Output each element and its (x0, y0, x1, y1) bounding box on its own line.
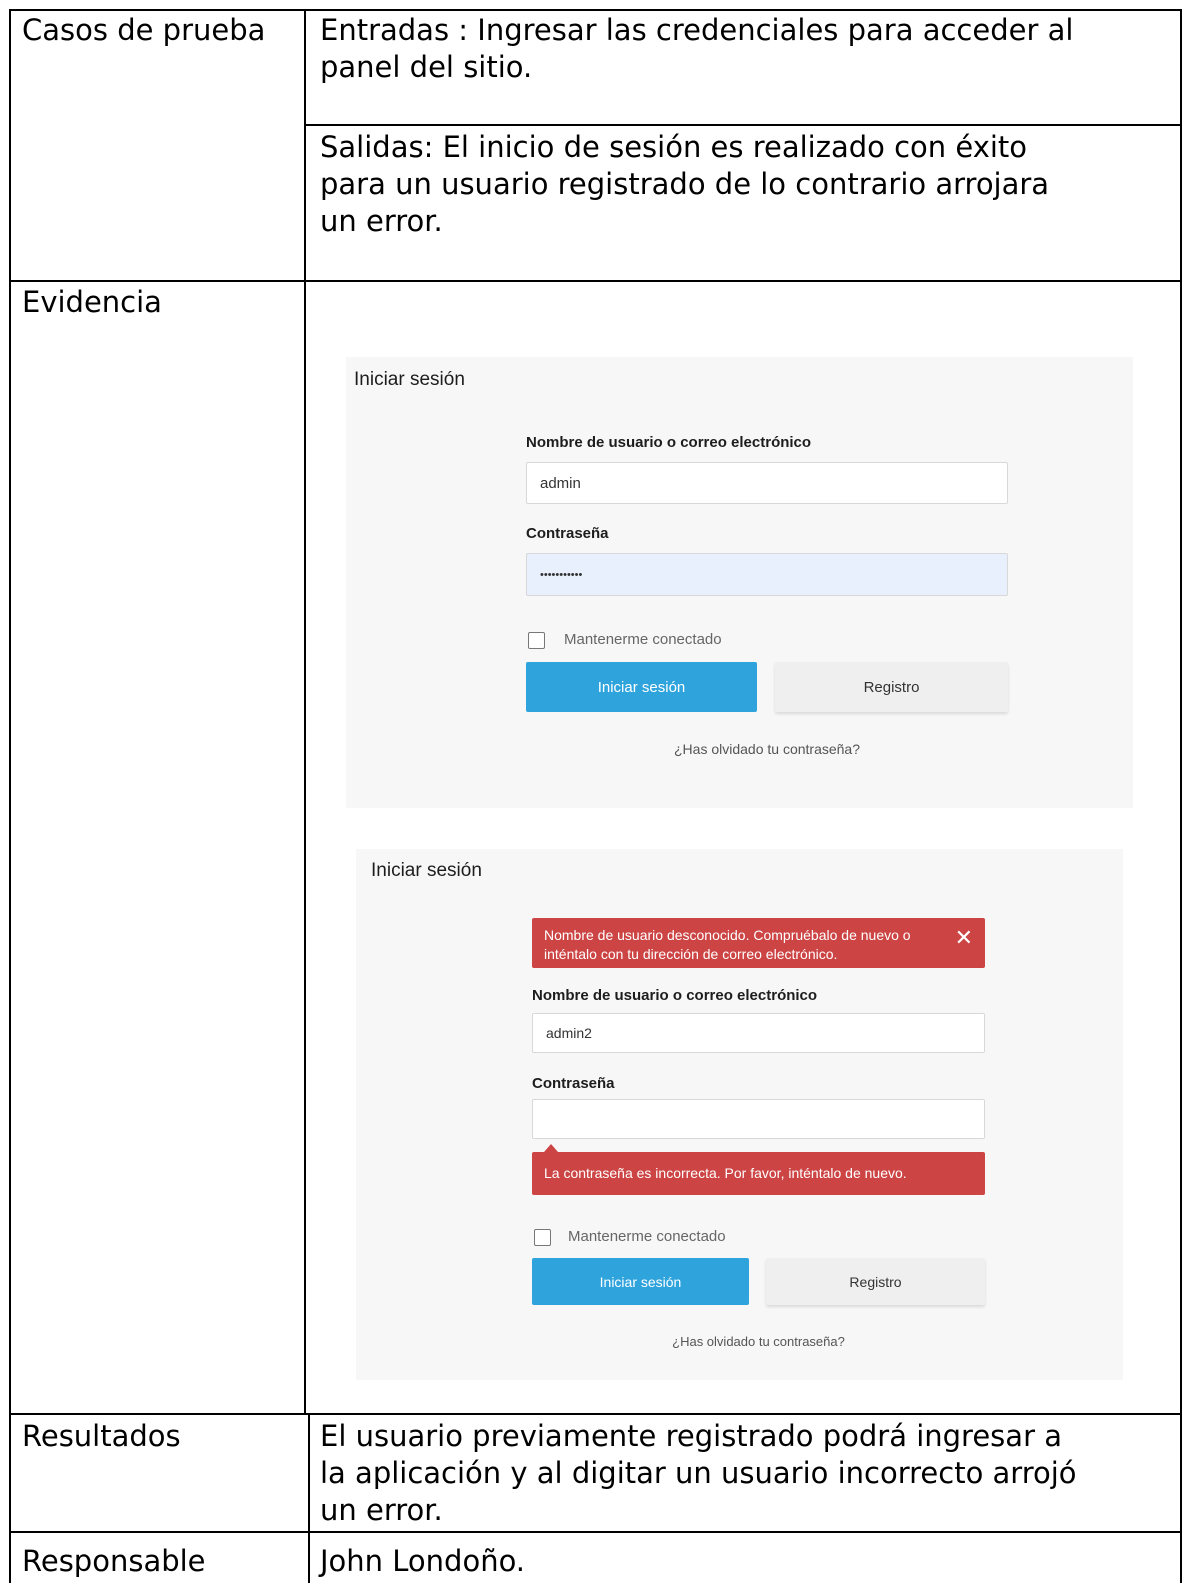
entradas-line-2: panel del sitio. (320, 50, 533, 84)
username-label: Nombre de usuario o correo electrónico (532, 987, 818, 1004)
password-label: Contraseña (526, 525, 609, 542)
login-title: Iniciar sesión (371, 860, 482, 881)
salidas-line-3: un error. (320, 204, 443, 238)
casos-label: Casos de prueba (22, 13, 266, 47)
resultados-line-2: la aplicación y al digitar un usuario in… (320, 1456, 1077, 1490)
responsable-value: John Londoño. (320, 1544, 526, 1578)
entradas-line-1: Entradas : Ingresar las credenciales par… (320, 13, 1074, 47)
password-label: Contraseña (532, 1075, 615, 1092)
remember-checkbox[interactable] (528, 632, 545, 649)
username-input[interactable]: admin (526, 462, 1008, 504)
password-input[interactable] (532, 1099, 985, 1139)
evidencia-label: Evidencia (22, 285, 162, 319)
password-error-text: La contraseña es incorrecta. Por favor, … (544, 1165, 907, 1181)
table-border-right (1180, 9, 1182, 1583)
login-screenshot-error: Iniciar sesión Nombre de usuario descono… (356, 849, 1123, 1380)
login-button[interactable]: Iniciar sesión (526, 662, 757, 712)
table-column-divider (304, 9, 306, 1413)
close-icon[interactable]: ✕ (955, 927, 973, 949)
resultados-line-1: El usuario previamente registrado podrá … (320, 1419, 1062, 1453)
error-message-line-2: inténtalo con tu dirección de correo ele… (544, 946, 838, 962)
table-divider-evidencia (9, 1413, 1182, 1415)
error-message-line-1: Nombre de usuario desconocido. Compruéba… (544, 927, 911, 943)
table-border-left (9, 9, 11, 1583)
register-button[interactable]: Registro (766, 1258, 985, 1305)
table-divider-resultados (9, 1531, 1182, 1533)
username-label: Nombre de usuario o correo electrónico (526, 434, 812, 451)
remember-label: Mantenerme conectado (568, 1228, 726, 1245)
responsable-label: Responsable (22, 1544, 206, 1578)
salidas-line-2: para un usuario registrado de lo contrar… (320, 167, 1050, 201)
login-button[interactable]: Iniciar sesión (532, 1258, 749, 1305)
password-input[interactable]: ••••••••••• (526, 553, 1008, 596)
resultados-label: Resultados (22, 1419, 181, 1453)
username-input[interactable]: admin2 (532, 1013, 985, 1053)
resultados-line-3: un error. (320, 1493, 443, 1527)
table-border-top (9, 9, 1182, 11)
password-error-pointer (544, 1144, 558, 1152)
forgot-password-link[interactable]: ¿Has olvidado tu contraseña? (532, 1334, 985, 1349)
test-case-document: Casos de prueba Entradas : Ingresar las … (0, 0, 1192, 1583)
login-title: Iniciar sesión (354, 369, 465, 390)
username-error-alert: Nombre de usuario desconocido. Compruéba… (532, 918, 985, 968)
remember-label: Mantenerme conectado (564, 631, 722, 648)
salidas-line-1: Salidas: El inicio de sesión es realizad… (320, 130, 1028, 164)
login-screenshot-success: Iniciar sesión Nombre de usuario o corre… (346, 357, 1133, 808)
password-error-alert: La contraseña es incorrecta. Por favor, … (532, 1152, 985, 1195)
table-divider-casos (9, 280, 1182, 282)
forgot-password-link[interactable]: ¿Has olvidado tu contraseña? (526, 741, 1008, 757)
register-button[interactable]: Registro (775, 662, 1008, 712)
table-column-divider-lower (308, 1413, 310, 1583)
table-divider-entradas (306, 124, 1182, 126)
remember-checkbox[interactable] (534, 1229, 551, 1246)
